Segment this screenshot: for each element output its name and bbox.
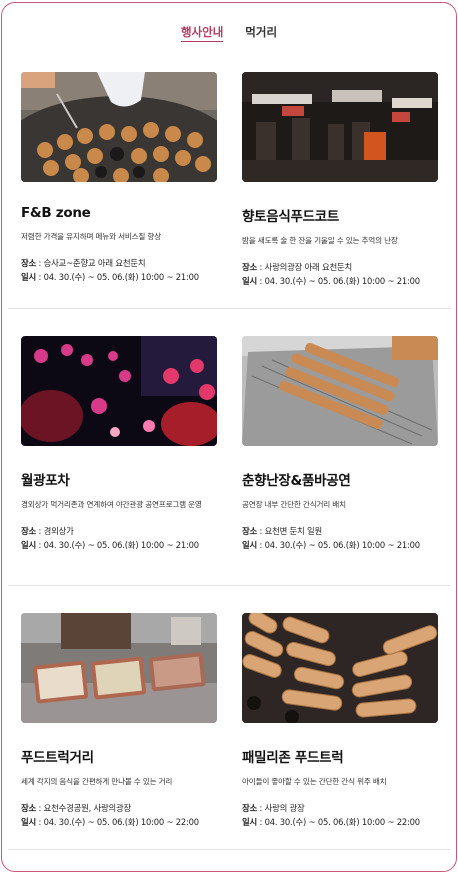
place-label: 장소 [242, 803, 258, 813]
date-label: 일시 [242, 276, 258, 286]
card-date: 일시 : 04. 30.(수) ~ 05. 06.(화) 10:00 ~ 22:… [21, 817, 199, 827]
card-place: 장소 : 경외상가 [21, 526, 74, 536]
card-place: 장소 : 사랑의광장 아래 요천둔치 [242, 262, 353, 272]
place-label: 장소 [21, 258, 37, 268]
card-title: F&B zone [21, 205, 91, 221]
food-truck-trays-photo [21, 613, 217, 723]
place-label: 장소 [242, 262, 258, 272]
tab-food[interactable]: 먹거리 [245, 24, 277, 40]
date-value: 04. 30.(수) ~ 05. 06.(화) 10:00 ~ 21:00 [264, 276, 420, 286]
event-card-chunhyang-market[interactable]: 춘향난장&품바공연 공연장 내부 간단한 간식거리 배치 장소 : 요천변 둔치… [242, 336, 438, 552]
row-divider [8, 308, 450, 309]
event-card-food-truck-street[interactable]: 푸드트럭거리 세계 각지의 음식을 간편하게 만나볼 수 있는 거리 장소 : … [21, 613, 217, 829]
card-date: 일시 : 04. 30.(수) ~ 05. 06.(화) 10:00 ~ 21:… [21, 272, 199, 282]
date-value: 04. 30.(수) ~ 05. 06.(화) 10:00 ~ 22:00 [264, 817, 420, 827]
place-value: 요천수경공원, 사랑의광장 [43, 803, 132, 813]
card-description: 아이들이 좋아할 수 있는 간단한 간식 위주 배치 [242, 777, 387, 786]
event-card-family-zone-food-truck[interactable]: 패밀리존 푸드트럭 아이들이 좋아할 수 있는 간단한 간식 위주 배치 장소 … [242, 613, 438, 829]
date-label: 일시 [21, 272, 37, 282]
card-description: 공연장 내부 간단한 간식거리 배치 [242, 500, 346, 509]
card-description: 세계 각지의 음식을 간편하게 만나볼 수 있는 거리 [21, 777, 173, 786]
row-divider [8, 849, 450, 850]
card-title: 월광포차 [21, 473, 70, 489]
place-value: 승사교~춘향교 아래 요천둔치 [43, 258, 146, 268]
place-value: 사랑의 광장 [264, 803, 305, 813]
skewer-grill-photo [242, 336, 438, 446]
card-date: 일시 : 04. 30.(수) ~ 05. 06.(화) 10:00 ~ 21:… [242, 276, 420, 286]
date-label: 일시 [21, 817, 37, 827]
card-title: 패밀리존 푸드트럭 [242, 750, 344, 766]
date-value: 04. 30.(수) ~ 05. 06.(화) 10:00 ~ 22:00 [43, 817, 199, 827]
date-value: 04. 30.(수) ~ 05. 06.(화) 10:00 ~ 21:00 [264, 540, 420, 550]
event-card-fb-zone[interactable]: F&B zone 저렴한 가격을 유지하며 메뉴와 서비스질 향상 장소 : 승… [21, 72, 217, 284]
date-label: 일시 [242, 817, 258, 827]
card-description: 밤을 새도록 술 한 잔을 기울일 수 있는 추억의 난장 [242, 236, 398, 245]
sausage-grill-photo [242, 613, 438, 723]
date-label: 일시 [21, 540, 37, 550]
place-label: 장소 [21, 526, 37, 536]
lantern-night-photo [21, 336, 217, 446]
takoyaki-grill-photo [21, 72, 217, 182]
place-value: 경외상가 [43, 526, 74, 536]
card-title: 향토음식푸드코트 [242, 209, 339, 225]
card-title: 춘향난장&품바공연 [242, 473, 351, 489]
tab-bar: 행사안내 먹거리 [0, 24, 458, 42]
place-value: 사랑의광장 아래 요천둔치 [264, 262, 353, 272]
card-title: 푸드트럭거리 [21, 750, 94, 766]
date-value: 04. 30.(수) ~ 05. 06.(화) 10:00 ~ 21:00 [43, 540, 199, 550]
card-place: 장소 : 요천수경공원, 사랑의광장 [21, 803, 132, 813]
date-label: 일시 [242, 540, 258, 550]
date-value: 04. 30.(수) ~ 05. 06.(화) 10:00 ~ 21:00 [43, 272, 199, 282]
event-card-local-food-court[interactable]: 향토음식푸드코트 밤을 새도록 술 한 잔을 기울일 수 있는 추억의 난장 장… [242, 72, 438, 288]
card-date: 일시 : 04. 30.(수) ~ 05. 06.(화) 10:00 ~ 21:… [242, 540, 420, 550]
card-date: 일시 : 04. 30.(수) ~ 05. 06.(화) 10:00 ~ 22:… [242, 817, 420, 827]
card-description: 경외상가 먹거리존과 연계하여 야간관광 공연프로그램 운영 [21, 500, 202, 509]
place-label: 장소 [242, 526, 258, 536]
card-place: 장소 : 사랑의 광장 [242, 803, 305, 813]
card-place: 장소 : 요천변 둔치 일원 [242, 526, 323, 536]
place-label: 장소 [21, 803, 37, 813]
row-divider [8, 585, 450, 586]
card-date: 일시 : 04. 30.(수) ~ 05. 06.(화) 10:00 ~ 21:… [21, 540, 199, 550]
tab-event-info[interactable]: 행사안내 [180, 24, 224, 42]
event-card-moonlight-pocha[interactable]: 월광포차 경외상가 먹거리존과 연계하여 야간관광 공연프로그램 운영 장소 :… [21, 336, 217, 552]
card-description: 저렴한 가격을 유지하며 메뉴와 서비스질 향상 [21, 232, 162, 241]
place-value: 요천변 둔치 일원 [264, 526, 323, 536]
night-food-court-photo [242, 72, 438, 182]
card-place: 장소 : 승사교~춘향교 아래 요천둔치 [21, 258, 146, 268]
